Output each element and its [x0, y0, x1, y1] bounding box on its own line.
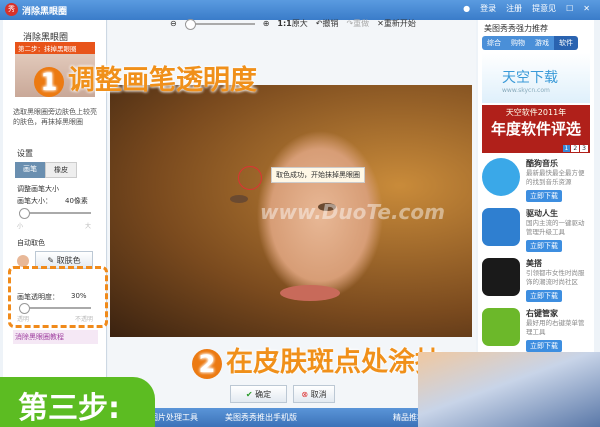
step-banner: 第二步：抹掉黑眼圈: [15, 42, 95, 54]
restart-button[interactable]: ✕重新开始: [377, 18, 416, 29]
photo-lips: [280, 285, 340, 301]
zoom-slider[interactable]: [184, 18, 255, 30]
cancel-button[interactable]: ⊗ 取消: [293, 385, 335, 403]
tab-games[interactable]: 游戏: [530, 36, 554, 50]
download-button[interactable]: 立即下载: [526, 290, 562, 302]
step1-annotation: 1 调整画笔透明度: [34, 58, 257, 97]
ok-button[interactable]: ✔ 确定: [230, 385, 287, 403]
brush-cursor: [238, 166, 262, 190]
photo-eye-left: [230, 195, 248, 203]
actual-size-button[interactable]: 1:1原大: [277, 18, 307, 29]
step3-badge: 第三步:: [0, 377, 155, 427]
register-link[interactable]: 注册: [506, 3, 522, 14]
hint-text: 选取黑眼圈旁边肤色上较亮的肤色，再抹掉黑眼圈: [13, 108, 97, 126]
maximize-button[interactable]: ☐: [566, 4, 573, 13]
tab-brush[interactable]: 画笔: [15, 162, 45, 178]
app-name: 酷狗音乐: [526, 159, 558, 168]
check-icon: ✔: [245, 390, 253, 399]
page-1[interactable]: 1: [562, 145, 571, 152]
cancel-icon: ⊗: [301, 390, 309, 399]
redo-label: 重做: [353, 19, 370, 28]
tutorial-link[interactable]: 消除黑眼圈教程: [13, 330, 98, 344]
award-ad[interactable]: 天空软件2011年 年度软件评选 1 2 3: [482, 105, 590, 153]
tab-eraser[interactable]: 橡皮: [45, 162, 77, 178]
settings-label: 设置: [17, 149, 33, 158]
tab-shopping[interactable]: 购物: [506, 36, 530, 50]
zoom-in-icon[interactable]: ⊕: [263, 19, 270, 28]
right-panel: 美图秀秀强力推荐 综合 购物 游戏 软件 天空下载 www.skycn.com …: [478, 20, 594, 408]
app-logo-icon: 秀: [5, 3, 18, 16]
kugou-icon: [482, 158, 520, 196]
skycn-ad-title: 天空下载: [502, 70, 558, 86]
app-name: 美搭: [526, 259, 542, 268]
zoom-out-icon[interactable]: ⊖: [170, 19, 177, 28]
title-bar: 秀 消除黑眼圈 ● 登录 注册 提意见 ☐ ✕: [0, 0, 600, 20]
cancel-label: 取消: [310, 390, 327, 399]
close-x-icon: ✕: [377, 19, 384, 28]
tab-general[interactable]: 综合: [482, 36, 506, 50]
meida-icon: [482, 258, 520, 296]
toolbar: ⊖ ⊕ 1:1原大 ↶撤销 ↷重做 ✕重新开始: [170, 18, 416, 30]
pick-color-label: 取肤色: [56, 256, 81, 265]
close-button[interactable]: ✕: [583, 4, 590, 13]
step2-annotation: 2 在皮肤斑点处涂抹: [192, 340, 442, 379]
photo-canvas[interactable]: www.DuoTe.com: [110, 85, 472, 337]
ok-label: 确定: [255, 390, 272, 399]
size-value: 40像素: [65, 197, 88, 205]
undo-label: 撤销: [322, 19, 339, 28]
size-label: 画笔大小：: [17, 197, 52, 205]
app-item: 美搭 引领都市女性时尚服饰的潮流时尚社区立即下载: [482, 258, 590, 310]
award-ad-title: 年度软件评选: [490, 120, 581, 138]
right-click-manager-icon: [482, 308, 520, 346]
step1-number: 1: [34, 66, 64, 97]
undo-button[interactable]: ↶撤销: [316, 18, 339, 29]
avatar-icon[interactable]: ●: [463, 4, 470, 13]
bottom-link[interactable]: 美图秀秀推出手机版: [225, 412, 297, 423]
recommend-tabs: 综合 购物 游戏 软件: [482, 36, 578, 50]
skycn-ad-url: www.skycn.com: [502, 87, 550, 94]
app-desc: 国内主流的一键驱动管理升级工具: [526, 219, 585, 236]
size-section-label: 调整画笔大小: [17, 185, 59, 193]
original-label: 原大: [291, 19, 308, 28]
window-title: 消除黑眼圈: [22, 7, 68, 17]
size-slider[interactable]: [19, 208, 91, 219]
step2-text: 在皮肤斑点处涂抹: [226, 347, 442, 378]
app-item: 酷狗音乐 最新最快最全最方便的找到音乐资源立即下载: [482, 158, 590, 210]
step1-text: 调整画笔透明度: [68, 65, 257, 96]
color-section-label: 自动取色: [17, 239, 45, 247]
app-desc: 最新最快最全最方便的找到音乐资源: [526, 169, 585, 186]
page-3[interactable]: 3: [580, 145, 588, 152]
recommend-title: 美图秀秀强力推荐: [484, 24, 548, 33]
page-2[interactable]: 2: [571, 145, 580, 152]
award-ad-subtitle: 天空软件2011年: [505, 108, 567, 117]
highlight-box: [8, 266, 108, 328]
download-button[interactable]: 立即下载: [526, 340, 562, 352]
skycn-ad[interactable]: 天空下载 www.skycn.com: [482, 53, 590, 103]
feedback-link[interactable]: 提意见: [532, 3, 556, 14]
restart-label: 重新开始: [383, 19, 416, 28]
gear-icon: [482, 208, 520, 246]
step2-number: 2: [192, 348, 222, 379]
app-name: 驱动人生: [526, 209, 558, 218]
watermark: www.DuoTe.com: [260, 200, 445, 224]
actual-size-label: 1:1: [277, 19, 292, 28]
bottom-link[interactable]: 图片处理工具: [150, 412, 198, 423]
eyedropper-icon: ✎: [47, 256, 55, 265]
app-name: 右键管家: [526, 309, 558, 318]
corner-decoration: [418, 352, 600, 427]
size-max: 大: [85, 223, 92, 230]
tab-software[interactable]: 软件: [554, 36, 578, 50]
login-link[interactable]: 登录: [480, 3, 496, 14]
tooltip: 取色成功，开始抹掉黑眼圈: [271, 167, 365, 183]
app-desc: 引领都市女性时尚服饰的潮流时尚社区: [526, 269, 585, 286]
redo-button[interactable]: ↷重做: [346, 18, 369, 29]
size-min: 小: [17, 223, 24, 230]
app-desc: 最好用的右键菜单管理工具: [526, 319, 585, 336]
app-item: 驱动人生 国内主流的一键驱动管理升级工具立即下载: [482, 208, 590, 260]
download-button[interactable]: 立即下载: [526, 190, 562, 202]
download-button[interactable]: 立即下载: [526, 240, 562, 252]
